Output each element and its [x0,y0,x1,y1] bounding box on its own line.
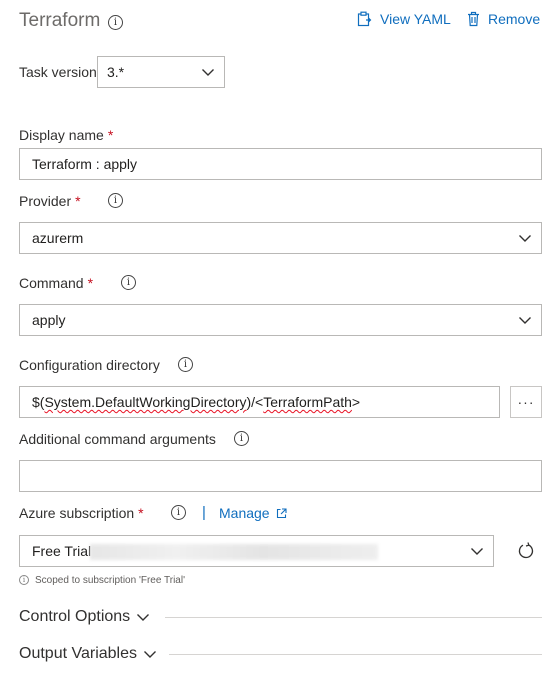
display-name-value: Terraform : apply [32,156,138,172]
task-version-select[interactable]: 3.* [97,56,225,88]
configuration-directory-value: $(System.DefaultWorkingDirectory)/<Terra… [32,394,360,410]
chevron-down-icon [137,614,150,621]
page-title: Terraform [19,10,101,31]
trash-icon [468,11,479,27]
configuration-directory-input[interactable]: $(System.DefaultWorkingDirectory)/<Terra… [19,386,500,418]
info-icon: i [19,575,29,585]
info-icon[interactable]: i [121,275,136,290]
info-icon[interactable]: i [234,431,249,446]
view-yaml-button[interactable]: View YAML [357,11,451,27]
provider-select[interactable]: azurerm [19,222,542,254]
path-mid: )/< [246,394,264,410]
path-prefix: $( [32,394,45,410]
azure-subscription-label-text: Azure subscription [19,505,135,521]
output-variables-label: Output Variables [19,645,137,662]
path-variable: System.DefaultWorkingDirectory [44,394,247,410]
display-name-label-text: Display name [19,127,104,143]
display-name-input[interactable]: Terraform : apply [19,148,542,180]
manage-link[interactable]: Manage [219,505,287,521]
required-mark: * [138,505,144,521]
azure-subscription-value: Free Trial [32,543,92,559]
manage-label: Manage [219,505,270,521]
separator: | [202,504,206,521]
section-divider [169,654,542,655]
provider-value: azurerm [32,230,84,246]
chevron-down-icon [202,69,214,76]
info-icon[interactable]: i [108,193,123,208]
azure-subscription-select[interactable]: Free Trial [19,535,494,567]
command-value: apply [32,312,66,328]
view-yaml-label: View YAML [380,11,451,27]
chevron-down-icon [144,651,156,658]
azure-subscription-label: Azure subscription * [19,505,144,521]
info-icon[interactable]: i [108,15,123,30]
required-mark: * [75,193,81,209]
path-suffix: > [351,394,361,410]
remove-button[interactable]: Remove [467,11,540,27]
chevron-down-icon [519,235,531,242]
remove-label: Remove [488,11,541,27]
display-name-label: Display name * [19,127,113,143]
info-icon[interactable]: i [171,505,186,520]
path-placeholder: TerraformPath [263,394,352,410]
required-mark: * [87,275,94,291]
command-label-text: Command [19,275,84,291]
control-options-toggle[interactable]: Control Options [19,608,150,626]
redacted-subscription-id [90,544,378,560]
section-divider [165,617,542,618]
control-options-label: Control Options [19,608,131,625]
external-link-icon [276,507,287,518]
command-select[interactable]: apply [19,304,542,336]
clipboard-icon [357,11,372,27]
chevron-down-icon [471,548,483,555]
subscription-hint: Scoped to subscription 'Free Trial' [35,575,185,586]
browse-button[interactable]: ··· [510,386,542,418]
required-mark: * [107,127,114,143]
refresh-icon [518,542,534,559]
info-icon[interactable]: i [178,357,193,372]
additional-args-input[interactable] [19,460,542,492]
chevron-down-icon [519,317,531,324]
configuration-directory-label: Configuration directory [19,357,160,373]
refresh-button[interactable] [510,535,542,567]
task-version-label: Task version [19,64,97,80]
task-version-value: 3.* [107,64,125,80]
command-label: Command * [19,275,93,291]
provider-label-text: Provider [19,193,72,209]
additional-args-label: Additional command arguments [19,431,216,447]
output-variables-toggle[interactable]: Output Variables [19,645,157,663]
provider-label: Provider * [19,193,81,209]
